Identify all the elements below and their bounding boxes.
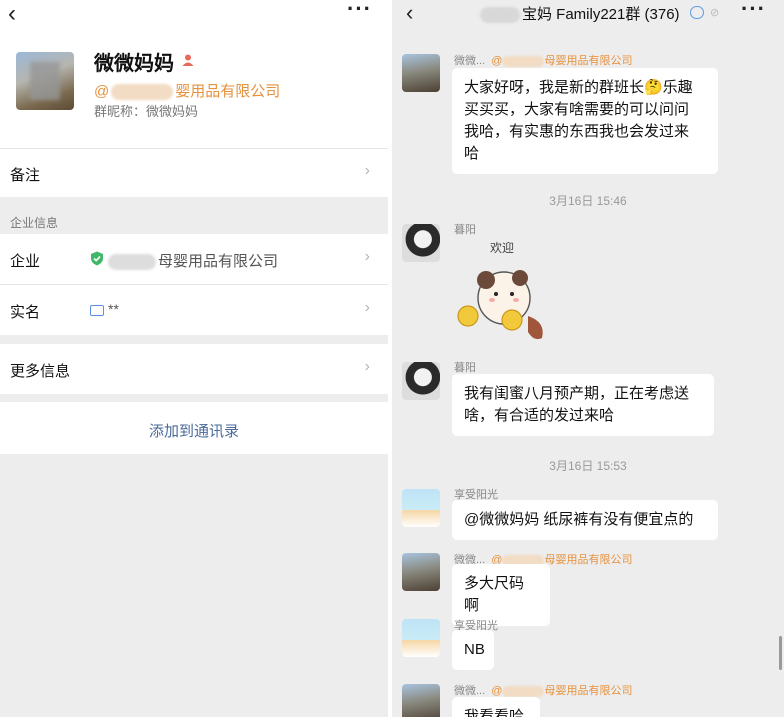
chat-title-text: 宝妈 Family221群 (376) bbox=[522, 6, 680, 23]
enterprise-value-text: 母婴用品有限公司 bbox=[158, 253, 279, 270]
message-text-line: 大家好呀，我是新的群班长🤔乐趣 bbox=[464, 79, 693, 96]
timestamp: 3月16日 15:53 bbox=[549, 459, 627, 473]
group-nickname: 群昵称：微微妈妈 bbox=[94, 104, 199, 119]
avatar[interactable] bbox=[402, 619, 440, 657]
profile-name: 微微妈妈 bbox=[94, 53, 174, 75]
shield-icon bbox=[91, 251, 103, 266]
chevron-right-icon: › bbox=[364, 358, 370, 375]
message-text-line: @微微妈妈 纸尿裤有没有便宜点的 bbox=[464, 511, 694, 528]
sender-label: 微微... @ 母婴用品有限公司 bbox=[454, 52, 632, 68]
message-text-line: 我看看哈 bbox=[464, 708, 525, 717]
realname-row[interactable]: 实名 › bbox=[0, 285, 388, 335]
add-to-contacts-button[interactable]: 添加到通讯录 bbox=[0, 420, 388, 441]
sticker-text: 欢迎 bbox=[490, 240, 514, 255]
mute-icon: ⊘ bbox=[710, 7, 720, 19]
section-label-enterprise: 企业信息 bbox=[10, 216, 59, 230]
chevron-right-icon: › bbox=[364, 299, 370, 316]
avatar[interactable] bbox=[16, 52, 74, 110]
message-text-line: 我哈，有实惠的东西我也会发过来 bbox=[464, 123, 690, 140]
message-bubble[interactable]: 大家好呀，我是新的群班长🤔乐趣 买买买，大家有啥需要的可以问问 我哈，有实惠的东… bbox=[452, 68, 718, 174]
message-bubble[interactable]: NB bbox=[452, 630, 494, 670]
id-card-icon bbox=[90, 305, 104, 316]
more-options-button[interactable]: ··· bbox=[741, 0, 766, 22]
sender-name: 微微... bbox=[454, 55, 486, 67]
sender-org: @ 母婴用品有限公司 bbox=[491, 55, 633, 67]
enterprise-value: 母婴用品有限公司 bbox=[108, 250, 278, 271]
profile-company[interactable]: @ 婴用品有限公司 bbox=[94, 80, 280, 101]
message-text-line: 多大尺码啊 bbox=[464, 575, 525, 614]
avatar[interactable] bbox=[402, 224, 440, 262]
remark-label: 备注 bbox=[10, 167, 41, 184]
message-bubble[interactable]: 我看看哈 bbox=[452, 697, 540, 717]
company-suffix: 婴用品有限公司 bbox=[175, 83, 281, 100]
sender-label: 微微... @ 母婴用品有限公司 bbox=[454, 682, 632, 698]
more-info-label: 更多信息 bbox=[10, 363, 71, 380]
chat-bubble-icon bbox=[690, 6, 704, 19]
timestamp: 3月16日 15:46 bbox=[549, 194, 627, 208]
remark-row[interactable]: 备注 › bbox=[0, 149, 388, 197]
sender-name: 暮阳 bbox=[454, 224, 476, 236]
avatar[interactable] bbox=[402, 553, 440, 591]
scrollbar-thumb[interactable] bbox=[779, 636, 782, 670]
more-info-row[interactable]: 更多信息 › bbox=[0, 344, 388, 394]
realname-value: ** bbox=[108, 301, 119, 317]
sender-name: 微微... bbox=[454, 685, 486, 697]
company-prefix: @ bbox=[94, 83, 110, 100]
realname-label: 实名 bbox=[10, 304, 41, 321]
back-button[interactable]: ‹ bbox=[8, 0, 16, 28]
divider bbox=[0, 148, 388, 149]
welcome-sticker[interactable]: 欢迎 bbox=[454, 236, 554, 346]
chat-title: 宝妈 Family221群 (376) bbox=[480, 3, 680, 24]
back-button[interactable]: ‹ bbox=[406, 0, 413, 26]
more-options-button[interactable]: ··· bbox=[347, 0, 372, 22]
contact-profile-panel: ‹ ··· 微微妈妈 @ 婴用品有限公司 群昵称：微微妈妈 备注 › 企业信息 企… bbox=[0, 0, 388, 717]
message-text-line: NB bbox=[464, 641, 485, 658]
avatar[interactable] bbox=[402, 362, 440, 400]
avatar[interactable] bbox=[402, 489, 440, 527]
group-chat-panel: ‹ 宝妈 Family221群 (376) ⊘ ··· 微微... @ 母婴用品有… bbox=[392, 0, 784, 717]
sender-name: 暮阳 bbox=[454, 362, 476, 374]
sender-org: @ 母婴用品有限公司 bbox=[491, 685, 633, 697]
chevron-right-icon: › bbox=[364, 162, 370, 179]
message-bubble[interactable]: @微微妈妈 纸尿裤有没有便宜点的 bbox=[452, 500, 718, 540]
message-text-line: 我有闺蜜八月预产期，正在考虑送 bbox=[464, 385, 690, 402]
avatar[interactable] bbox=[402, 684, 440, 717]
message-bubble[interactable]: 我有闺蜜八月预产期，正在考虑送 啥，有合适的发过来哈 bbox=[452, 374, 714, 436]
avatar[interactable] bbox=[402, 54, 440, 92]
message-text-line: 啥，有合适的发过来哈 bbox=[464, 407, 615, 424]
message-text-line: 哈 bbox=[464, 145, 480, 162]
message-text-line: 买买买，大家有啥需要的可以问问 bbox=[464, 101, 690, 118]
chevron-right-icon: › bbox=[364, 248, 370, 265]
user-icon bbox=[182, 54, 194, 66]
enterprise-label: 企业 bbox=[10, 253, 41, 270]
